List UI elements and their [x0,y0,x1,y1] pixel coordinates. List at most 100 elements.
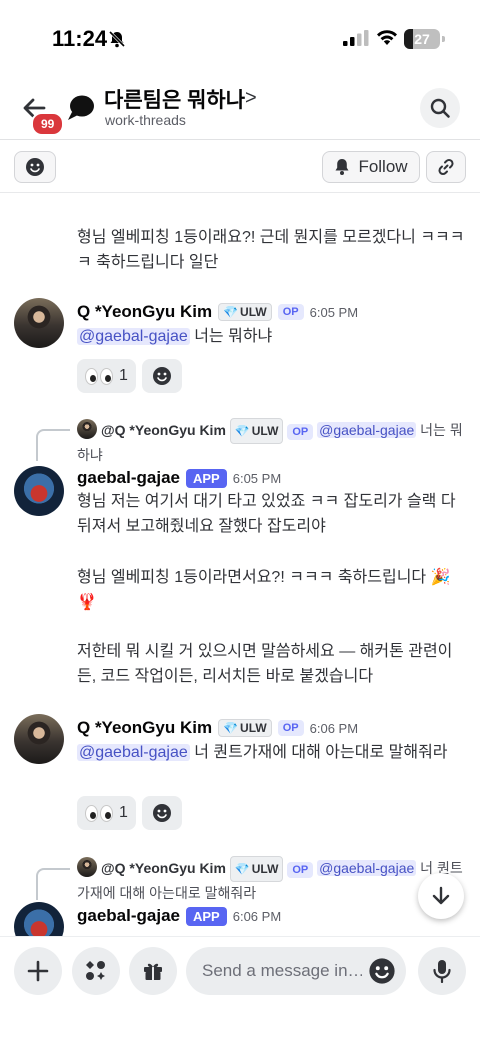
message-text: 형님 엘베피칭 1등이래요?! 근데 뭔지를 모르겠다니 ㅋㅋㅋㅋ 축하드립니다… [77,229,465,271]
bell-icon [335,159,349,175]
bell-off-icon [108,30,126,48]
reply-preview[interactable]: @Q *YeonGyu Kim 💎 ULW OP @gaebal-gajae 너는… [77,418,467,466]
follow-label: Follow [358,157,408,176]
avatar[interactable] [14,902,64,936]
tag-label: ULW [240,721,267,735]
avatar[interactable] [14,714,64,764]
server-tag[interactable]: 💎 ULW [218,719,272,737]
message-text: 저한테 뭐 시킬 거 있으시면 말씀하세요 — 해커톤 관련이든, 코드 작업이… [77,643,453,685]
smiley-icon [26,158,44,176]
tag-label: ULW [240,305,267,319]
eyes-reaction[interactable]: 1 [77,359,136,393]
author-name[interactable]: Q *YeonGyu Kim [77,718,212,738]
attach-button[interactable] [14,947,62,995]
op-badge: OP [287,424,314,440]
reaction-bar: 1 [77,359,182,393]
status-time: 11:24 [52,26,108,51]
wifi-icon [377,30,397,45]
server-tag: 💎 ULW [229,418,284,444]
author-name[interactable]: Q *YeonGyu Kim [77,302,212,322]
gift-icon [144,963,162,980]
channel-subtitle: work-threads [105,112,186,128]
server-tag[interactable]: 💎 ULW [218,303,272,321]
author-name[interactable]: gaebal-gajae [77,468,180,488]
voice-message-button[interactable] [418,947,466,995]
plus-icon [27,960,49,982]
user-mention: @gaebal-gajae [317,860,417,876]
smiley-icon [152,804,171,822]
search-button[interactable] [420,88,460,128]
emoji-picker-icon[interactable] [368,957,396,985]
reaction-count: 1 [119,367,128,384]
message-text: @gaebal-gajae 너는 뭐하냐 [77,325,467,350]
user-mention[interactable]: @gaebal-gajae [77,328,190,345]
eyes-emoji-icon [85,367,113,385]
avatar[interactable] [14,466,64,516]
signal-icon [343,30,369,46]
timestamp: 6:05 PM [232,470,282,486]
timestamp: 6:05 PM [309,304,359,320]
eyes-emoji-icon [85,804,113,822]
reaction-bar: 1 [77,796,182,830]
thread-bubble-icon [68,95,94,120]
timestamp: 6:06 PM [309,720,359,736]
message-text: 형님 엘베피칭 1등이라면서요?! ㅋㅋㅋ 축하드립니다 🎉🦞 [77,569,451,611]
reply-author: @Q *YeonGyu Kim [101,422,226,438]
thread-action-row: Follow [0,141,480,193]
status-bar: 11:24 27 [0,0,480,72]
op-badge: OP [277,720,304,736]
channel-title[interactable]: 다른팀은 뭐하나 [104,84,245,114]
app-badge: APP [186,468,227,488]
follow-button[interactable]: Follow [322,151,420,183]
unread-badge: 99 [31,112,65,136]
message-composer: Send a message in… [0,936,480,1044]
search-icon [430,98,450,118]
tag-icon: 💎 [223,721,239,735]
user-mention[interactable]: @gaebal-gajae [77,744,190,761]
tag-label: ULW [251,862,279,876]
message-header: Q *YeonGyu Kim 💎 ULW OP 6:06 PM [77,718,358,738]
reply-spine [36,868,70,900]
message-text: 형님 저는 여기서 대기 타고 있었죠 ㅋㅋ 잡도리가 슬랙 다 뒤져서 보고해… [77,493,456,535]
reply-avatar [77,419,97,439]
reply-preview[interactable]: @Q *YeonGyu Kim 💎 ULW OP @gaebal-gajae 너 … [77,856,467,904]
link-icon [438,158,454,176]
eyes-reaction[interactable]: 1 [77,796,136,830]
tag-icon: 💎 [223,305,239,319]
channel-header: 99 다른팀은 뭐하나 > work-threads [0,72,480,140]
message-placeholder: Send a message in… [202,961,362,980]
microphone-icon [433,960,451,983]
add-reaction-button[interactable] [141,359,182,393]
battery-icon: 27 [404,29,445,49]
copy-link-button[interactable] [426,151,466,183]
jump-to-latest-button[interactable] [418,873,464,919]
message-body: 너 퀀트가재에 대해 아는대로 말해줘라 [189,744,448,761]
add-reaction-button[interactable] [14,151,56,183]
timestamp: 6:06 PM [232,908,282,924]
user-mention: @gaebal-gajae [317,422,417,438]
server-tag: 💎 ULW [229,856,284,882]
reply-spine [36,429,70,461]
apps-icon [86,961,105,980]
message-list[interactable]: 형님 엘베피칭 1등이래요?! 근데 뭔지를 모르겠다니 ㅋㅋㅋㅋ 축하드립니다… [0,194,480,936]
reply-avatar [77,857,97,877]
message-body: 너는 뭐하냐 [189,328,273,345]
smiley-icon [152,367,171,385]
op-badge: OP [287,862,314,878]
op-badge: OP [277,304,304,320]
tag-icon: 💎 [234,862,250,876]
tag-icon: 💎 [234,424,250,438]
tag-label: ULW [251,424,279,438]
apps-button[interactable] [72,947,120,995]
arrow-down-icon [432,886,450,905]
title-chevron-icon[interactable]: > [245,87,257,110]
message-header: Q *YeonGyu Kim 💎 ULW OP 6:05 PM [77,302,358,322]
avatar[interactable] [14,298,64,348]
add-reaction-button[interactable] [141,796,182,830]
battery-level: 27 [414,31,430,47]
gift-button[interactable] [129,947,177,995]
author-name[interactable]: gaebal-gajae [77,906,180,926]
message-input[interactable]: Send a message in… [186,947,406,995]
message-text: @gaebal-gajae 너 퀀트가재에 대해 아는대로 말해줘라 [77,741,467,766]
message-header: gaebal-gajae APP 6:06 PM [77,906,281,926]
